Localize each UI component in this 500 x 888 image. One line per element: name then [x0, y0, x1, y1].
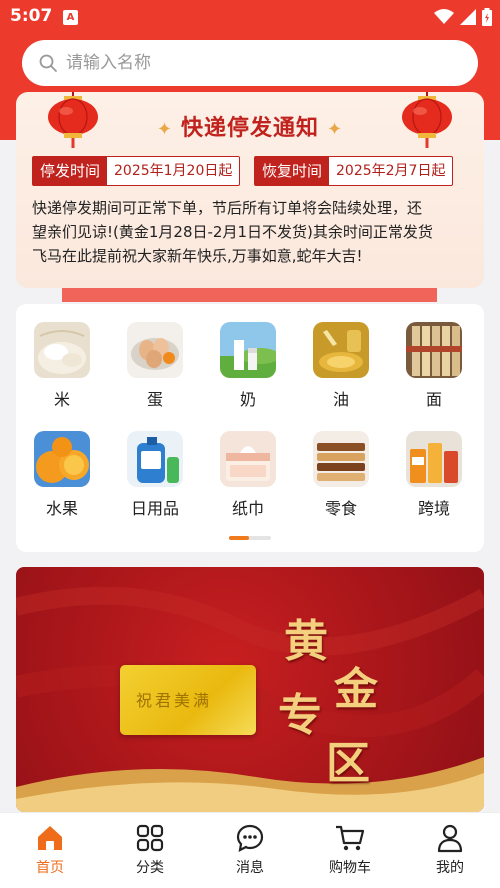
carousel-indicator — [229, 536, 271, 540]
tab-mine[interactable]: 我的 — [400, 813, 500, 888]
category-item-rice[interactable]: 米 — [27, 322, 97, 410]
stop-date-value: 2025年1月20日起 — [114, 163, 233, 179]
carousel-indicator-active — [229, 536, 249, 540]
category-item-daily-goods[interactable]: 日用品 — [120, 431, 190, 519]
oil-icon — [313, 322, 369, 378]
app-notification-icon: A — [63, 10, 78, 25]
search-bar[interactable] — [22, 40, 478, 86]
shipping-notice-card: ✦ 快递停发通知 ✦ 停发时间 2025年1月20日起 恢复时间 2025年2月7日… — [16, 92, 484, 288]
category-label: 纸巾 — [231, 499, 264, 518]
tab-label: 我的 — [436, 860, 464, 876]
resume-date-label: 恢复时间 — [255, 157, 330, 185]
message-icon — [236, 824, 264, 852]
sparkle-icon: ✦ — [327, 119, 344, 140]
category-item-cross-border[interactable]: 跨境 — [399, 431, 469, 519]
wifi-icon — [434, 9, 454, 24]
snack-icon — [313, 431, 369, 487]
milk-icon — [220, 322, 276, 378]
banner-char: 区 — [326, 738, 370, 789]
tab-label: 购物车 — [329, 860, 371, 876]
tab-label: 消息 — [236, 860, 264, 876]
category-label: 水果 — [45, 499, 78, 518]
category-label: 面 — [425, 390, 442, 409]
notice-title: ✦ 快递停发通知 ✦ — [156, 116, 344, 141]
category-label: 米 — [53, 390, 70, 409]
category-label: 跨境 — [417, 499, 450, 518]
noodle-icon — [406, 322, 462, 378]
stop-date-tag: 停发时间 2025年1月20日起 — [32, 156, 241, 186]
category-item-noodle[interactable]: 面 — [399, 322, 469, 410]
gold-card: 祝君美满 — [120, 665, 256, 735]
rice-icon — [34, 322, 90, 378]
category-item-oil[interactable]: 油 — [306, 322, 376, 410]
user-icon — [437, 824, 463, 853]
category-item-tissue[interactable]: 纸巾 — [213, 431, 283, 519]
tab-message[interactable]: 消息 — [200, 813, 300, 888]
home-icon — [38, 826, 62, 850]
sparkle-icon: ✦ — [156, 119, 173, 140]
notice-line: 飞马在此提前祝大家新年快乐,万事如意,蛇年大吉! — [32, 247, 363, 265]
signal-icon — [460, 9, 476, 25]
status-icons — [434, 8, 492, 26]
tab-category[interactable]: 分类 — [100, 813, 200, 888]
stop-date-label: 停发时间 — [33, 157, 108, 185]
category-item-milk[interactable]: 奶 — [213, 322, 283, 410]
banner-char: 金 — [334, 664, 378, 715]
cross-border-icon — [406, 431, 462, 487]
tab-label: 分类 — [136, 860, 164, 876]
resume-date-tag: 恢复时间 2025年2月7日起 — [254, 156, 454, 186]
fruit-icon — [34, 431, 90, 487]
search-input[interactable] — [66, 53, 446, 73]
daily-goods-icon — [127, 431, 183, 487]
category-item-fruit[interactable]: 水果 — [27, 431, 97, 519]
tab-cart[interactable]: 购物车 — [300, 813, 400, 888]
resume-date-value: 2025年2月7日起 — [336, 163, 446, 179]
category-label: 油 — [332, 390, 349, 409]
category-label: 奶 — [239, 390, 256, 409]
notice-line: 望亲们见谅!(黄金1月28日-2月1日不发货)其余时间正常发货 — [32, 223, 433, 241]
egg-icon — [127, 322, 183, 378]
category-label: 零食 — [324, 499, 357, 518]
gold-card-text: 祝君美满 — [136, 691, 213, 710]
gold-zone-banner[interactable]: 祝君美满 黄 金 专 区 — [16, 567, 484, 812]
tissue-icon — [220, 431, 276, 487]
bottom-tab-bar: 首页 分类 消息 购物车 我的 — [0, 812, 500, 888]
notice-body: 快递停发期间可正常下单，节后所有订单将会陆续处理，还 望亲们见谅!(黄金1月28… — [32, 196, 472, 268]
battery-icon — [482, 8, 492, 26]
category-label: 蛋 — [146, 390, 163, 409]
status-time: 5:07 — [10, 6, 53, 26]
status-bar: 5:07 A — [0, 0, 500, 34]
category-grid: 米 蛋 奶 油 面 水果 日用品 纸巾 零食 跨境 — [16, 304, 484, 552]
category-item-snack[interactable]: 零食 — [306, 431, 376, 519]
banner-char: 黄 — [284, 616, 328, 667]
cart-icon — [336, 825, 365, 851]
search-icon — [39, 54, 57, 72]
category-label: 日用品 — [130, 499, 179, 518]
category-icon — [136, 824, 164, 852]
category-item-egg[interactable]: 蛋 — [120, 322, 190, 410]
banner-char: 专 — [278, 690, 322, 741]
notice-line: 快递停发期间可正常下单，节后所有订单将会陆续处理，还 — [32, 199, 423, 217]
tab-label: 首页 — [36, 860, 64, 876]
tab-home[interactable]: 首页 — [0, 813, 100, 888]
